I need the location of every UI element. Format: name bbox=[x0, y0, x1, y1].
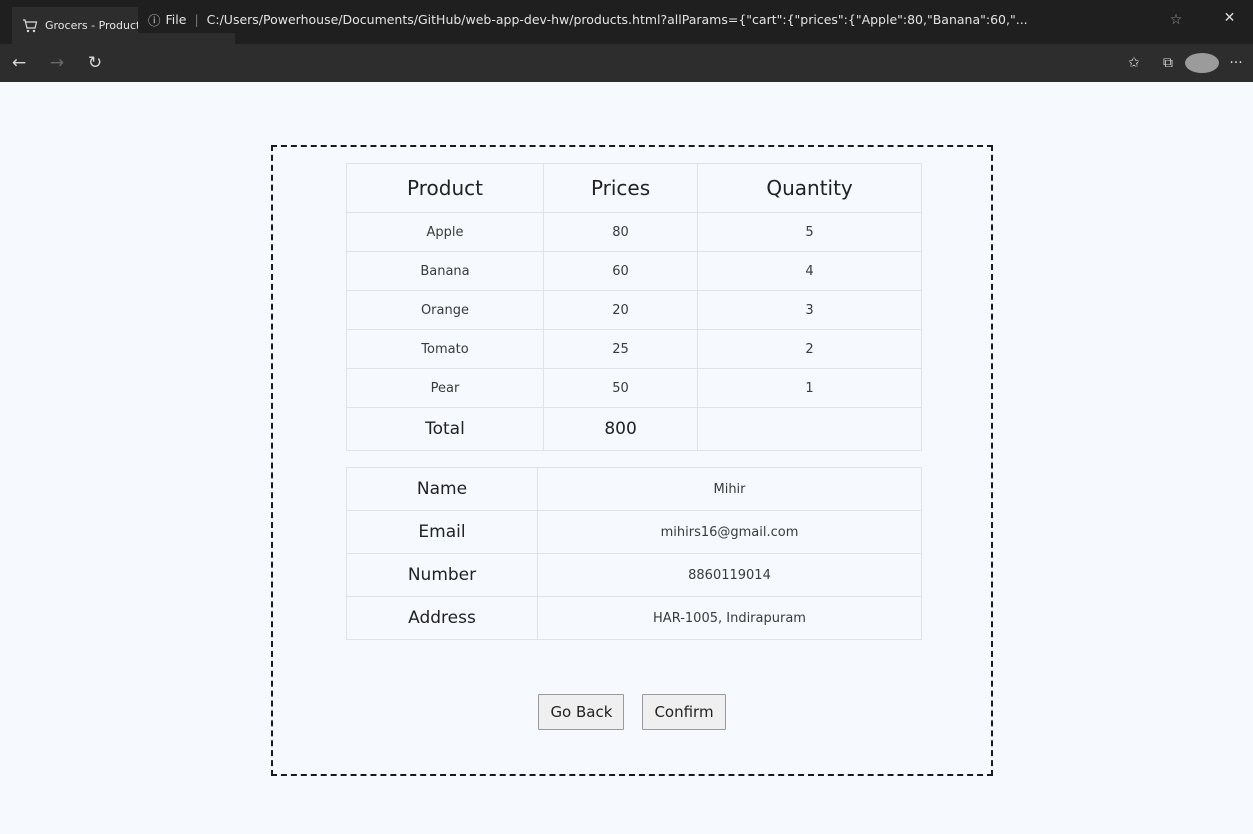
product-cell: Orange bbox=[346, 290, 544, 330]
number-value: 8860119014 bbox=[537, 553, 922, 597]
action-buttons: Go Back Confirm bbox=[273, 694, 991, 730]
favorite-star-icon[interactable]: ☆ bbox=[1162, 12, 1190, 28]
address-bar[interactable]: ⓘ File | C:/Users/Powerhouse/Documents/G… bbox=[138, 6, 1190, 33]
header-prices: Prices bbox=[542, 163, 699, 213]
email-label: Email bbox=[346, 510, 538, 554]
table-row: Address HAR-1005, Indirapuram bbox=[346, 596, 922, 640]
header-quantity: Quantity bbox=[697, 163, 922, 213]
table-row: Tomato 25 2 bbox=[346, 329, 922, 369]
table-row: Banana 60 4 bbox=[346, 251, 922, 291]
name-value: Mihir bbox=[537, 467, 922, 511]
price-cell: 25 bbox=[542, 329, 699, 369]
product-cell: Tomato bbox=[346, 329, 544, 369]
table-row: Name Mihir bbox=[346, 467, 922, 511]
quantity-cell: 2 bbox=[697, 329, 922, 369]
table-row: Apple 80 5 bbox=[346, 212, 922, 252]
address-url: C:/Users/Powerhouse/Documents/GitHub/web… bbox=[206, 12, 1028, 27]
quantity-cell: 5 bbox=[697, 212, 922, 252]
table-row: Email mihirs16@gmail.com bbox=[346, 510, 922, 554]
confirm-button[interactable]: Confirm bbox=[642, 694, 726, 730]
header-product: Product bbox=[346, 163, 544, 213]
order-summary-frame: Product Prices Quantity Apple 80 5 Banan… bbox=[271, 145, 993, 776]
address-label: Address bbox=[346, 596, 538, 640]
refresh-icon[interactable]: ↻ bbox=[76, 53, 114, 73]
back-icon[interactable]: ← bbox=[0, 53, 38, 73]
cart-icon bbox=[22, 18, 38, 34]
go-back-button[interactable]: Go Back bbox=[538, 694, 625, 730]
email-value: mihirs16@gmail.com bbox=[537, 510, 922, 554]
browser-toolbar: ← → ↻ bbox=[0, 44, 1253, 82]
total-row: Total 800 bbox=[346, 407, 922, 451]
toolbar-right: ✩ ⧉ ··· bbox=[1117, 44, 1253, 82]
forward-icon[interactable]: → bbox=[38, 53, 76, 73]
close-window-icon[interactable]: ✕ bbox=[1206, 0, 1253, 40]
total-value: 800 bbox=[542, 407, 699, 451]
favorites-icon[interactable]: ✩ bbox=[1117, 55, 1151, 71]
quantity-cell: 3 bbox=[697, 290, 922, 330]
more-icon[interactable]: ··· bbox=[1219, 55, 1253, 71]
address-protocol: File bbox=[165, 12, 187, 27]
products-table: Product Prices Quantity Apple 80 5 Banan… bbox=[346, 163, 922, 451]
quantity-cell: 4 bbox=[697, 251, 922, 291]
address-separator: | bbox=[194, 12, 199, 27]
name-label: Name bbox=[346, 467, 538, 511]
price-cell: 80 bbox=[542, 212, 699, 252]
price-cell: 20 bbox=[542, 290, 699, 330]
table-row: Number 8860119014 bbox=[346, 553, 922, 597]
table-row: Orange 20 3 bbox=[346, 290, 922, 330]
price-cell: 60 bbox=[542, 251, 699, 291]
quantity-cell: 1 bbox=[697, 368, 922, 408]
product-cell: Apple bbox=[346, 212, 544, 252]
price-cell: 50 bbox=[542, 368, 699, 408]
products-header-row: Product Prices Quantity bbox=[346, 163, 922, 213]
total-quantity bbox=[697, 407, 922, 451]
address-value: HAR-1005, Indirapuram bbox=[537, 596, 922, 640]
product-cell: Pear bbox=[346, 368, 544, 408]
total-label: Total bbox=[346, 407, 544, 451]
profile-avatar-icon[interactable] bbox=[1185, 53, 1219, 73]
number-label: Number bbox=[346, 553, 538, 597]
customer-info-table: Name Mihir Email mihirs16@gmail.com Numb… bbox=[346, 467, 922, 640]
info-icon[interactable]: ⓘ bbox=[148, 10, 161, 29]
collections-icon[interactable]: ⧉ bbox=[1151, 55, 1185, 71]
product-cell: Banana bbox=[346, 251, 544, 291]
table-row: Pear 50 1 bbox=[346, 368, 922, 408]
